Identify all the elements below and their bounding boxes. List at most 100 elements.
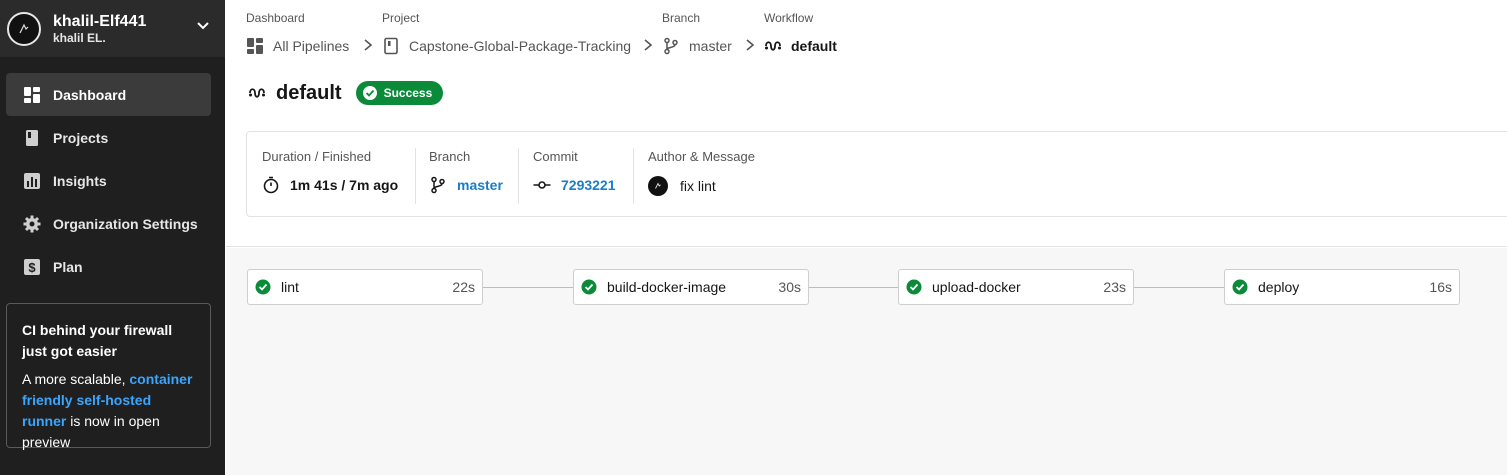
summary-commit: Commit 7293221 [533,148,616,204]
check-circle-icon [362,85,378,101]
promo-title: CI behind your firewall just got easier [22,322,173,359]
sidebar-item-label: Projects [53,129,109,146]
summary-value: master [429,176,503,194]
stopwatch-icon [262,176,280,194]
sidebar-item-label: Dashboard [53,86,127,103]
breadcrumb-link-all-pipelines[interactable]: All Pipelines [246,37,349,55]
summary-label: Branch [429,149,471,164]
workflow-header: Dashboard All Pipelines Project Capstone… [226,0,1507,247]
projects-icon [382,37,400,55]
dollar-icon: $ [23,258,41,276]
summary-duration-value: 1m 41s / 7m ago [290,177,399,193]
divider [518,148,519,204]
breadcrumb-link-project[interactable]: Capstone-Global-Package-Tracking [382,37,631,55]
chevron-right-icon [644,39,653,51]
job-node[interactable]: build-docker-image 30s [573,269,809,305]
breadcrumb-value: master [689,38,732,54]
breadcrumb-current-workflow: default [764,37,837,55]
chevron-down-icon[interactable] [195,17,211,33]
job-duration: 23s [1103,279,1126,295]
promo-body: A more scalable, container friendly self… [22,369,195,453]
workflow-icon [764,37,782,55]
breadcrumb-branch: Branch master [662,10,732,55]
job-name: upload-docker [932,279,1021,295]
job-node[interactable]: deploy 16s [1224,269,1460,305]
job-connector [809,287,899,288]
breadcrumb-value: Capstone-Global-Package-Tracking [409,38,632,54]
summary-duration: Duration / Finished 1m 41s / 7m ago [262,148,398,204]
summary-value: fix lint [648,176,755,196]
check-circle-icon [1232,279,1248,295]
sidebar-item-label: Organization Settings [53,215,198,232]
page-title: default [276,82,342,104]
breadcrumb-dashboard: Dashboard All Pipelines [246,10,349,55]
divider [633,148,634,204]
breadcrumb-label: Workflow [764,11,814,25]
projects-icon [23,129,41,147]
branch-icon [429,176,447,194]
avatar [648,176,668,196]
sidebar-item-insights[interactable]: Insights [6,159,211,202]
check-circle-icon [906,279,922,295]
breadcrumb-label: Branch [662,11,701,25]
status-badge-label: Success [383,86,433,100]
breadcrumb-value: All Pipelines [273,38,350,54]
svg-text:$: $ [28,260,36,275]
summary-label: Commit [533,149,578,164]
workflow-summary: Duration / Finished 1m 41s / 7m ago Bran… [246,131,1507,217]
job-name: deploy [1258,279,1300,295]
insights-icon [23,172,41,190]
workflow-title-row: default Success [248,80,444,106]
sidebar-item-label: Plan [53,258,83,275]
org-name: khalil-Elf441 [53,12,147,30]
branch-icon [662,37,680,55]
org-user: khalil EL. [53,30,106,45]
summary-branch: Branch master [429,148,503,204]
chevron-right-icon [746,39,755,51]
promo-body-prefix: A more scalable, [22,371,130,387]
workflow-icon [248,84,266,102]
summary-author: Author & Message fix lint [648,148,755,204]
main-content: Dashboard All Pipelines Project Capstone… [226,0,1507,475]
job-duration: 30s [778,279,801,295]
job-name: build-docker-image [607,279,727,295]
job-node[interactable]: lint 22s [247,269,483,305]
sidebar: khalil-Elf441 khalil EL. Dashboard Proje… [0,0,225,475]
dashboard-icon [246,37,264,55]
summary-value: 1m 41s / 7m ago [262,176,398,194]
breadcrumb-link-branch[interactable]: master [662,37,732,55]
sidebar-item-dashboard[interactable]: Dashboard [6,73,211,116]
sidebar-item-organization-settings[interactable]: Organization Settings [6,202,211,245]
sidebar-item-projects[interactable]: Projects [6,116,211,159]
breadcrumb-workflow: Workflow default [764,10,837,55]
sidebar-nav: Dashboard Projects Insights Organization… [6,73,211,288]
org-avatar [7,11,41,46]
summary-label: Duration / Finished [262,149,372,164]
branch-link[interactable]: master [457,176,503,194]
promo-card: CI behind your firewall just got easier … [6,303,211,450]
job-duration: 22s [452,279,475,295]
breadcrumb-label: Project [382,11,420,25]
breadcrumb-label: Dashboard [246,11,305,25]
sidebar-item-plan[interactable]: $ Plan [6,245,211,288]
status-badge: Success [355,81,444,105]
chevron-right-icon [364,39,373,51]
commit-icon [533,176,551,194]
check-circle-icon [581,279,597,295]
org-switcher[interactable]: khalil-Elf441 khalil EL. [0,0,225,57]
commit-message: fix lint [680,178,716,194]
job-name: lint [281,279,299,295]
summary-value: 7293221 [533,176,616,194]
divider [415,148,416,204]
job-connector [483,287,573,288]
gear-icon [23,215,41,233]
workflow-graph: lint 22s build-docker-image 30s upload-d… [226,248,1507,475]
breadcrumb-project: Project Capstone-Global-Package-Tracking [382,10,631,55]
sidebar-item-label: Insights [53,172,107,189]
commit-link[interactable]: 7293221 [561,176,616,194]
job-duration: 16s [1429,279,1452,295]
job-node[interactable]: upload-docker 23s [898,269,1134,305]
breadcrumb-value: default [791,38,837,54]
summary-label: Author & Message [648,149,755,164]
job-connector [1134,287,1225,288]
